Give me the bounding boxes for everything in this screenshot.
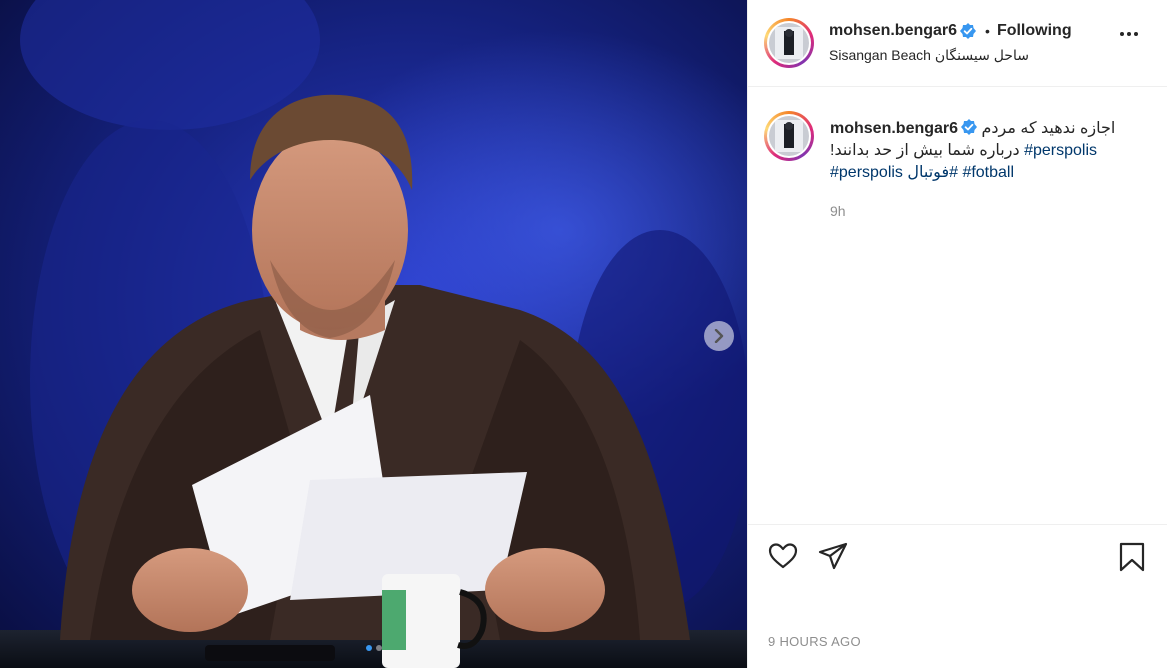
hashtag-perspolis[interactable]: #perspolis bbox=[1024, 142, 1097, 159]
caption-time[interactable]: 9h bbox=[830, 203, 846, 219]
verified-badge-icon bbox=[961, 119, 978, 135]
post-media[interactable] bbox=[0, 0, 747, 668]
author-username[interactable]: mohsen.bengar6 bbox=[829, 22, 957, 40]
hashtag-fotball[interactable]: #fotball bbox=[962, 164, 1014, 181]
avatar-photo bbox=[769, 116, 809, 156]
action-bar bbox=[748, 526, 1167, 586]
carousel-next-button[interactable] bbox=[704, 321, 734, 351]
carousel-indicator bbox=[0, 645, 747, 651]
caption-text: mohsen.bengar6 اجازه ندهید که مردم دربار… bbox=[830, 118, 1140, 184]
more-dot-icon bbox=[1134, 32, 1138, 36]
hashtag-football-fa[interactable]: #فوتبال bbox=[907, 164, 958, 181]
caption-author-avatar[interactable] bbox=[764, 111, 814, 161]
caption-line-1: اجازه ندهید که مردم bbox=[981, 120, 1116, 137]
heart-icon bbox=[768, 543, 798, 569]
caption-line-2: درباره شما بیش از حد بدانند! bbox=[830, 142, 1020, 159]
more-dot-icon bbox=[1120, 32, 1124, 36]
like-button[interactable] bbox=[768, 542, 798, 575]
author-avatar[interactable] bbox=[764, 18, 814, 68]
save-button[interactable] bbox=[1119, 542, 1145, 577]
chevron-right-icon bbox=[714, 329, 724, 343]
caption-username[interactable]: mohsen.bengar6 bbox=[830, 120, 958, 137]
post-caption: mohsen.bengar6 اجازه ندهید که مردم دربار… bbox=[748, 88, 1167, 525]
header-separator: • bbox=[985, 23, 990, 39]
post-photo bbox=[0, 0, 747, 668]
post-header: mohsen.bengar6 • Following Sisangan Beac… bbox=[748, 0, 1167, 87]
post-location[interactable]: Sisangan Beach ساحل سیسنگان bbox=[829, 47, 1029, 64]
more-options-button[interactable] bbox=[1120, 32, 1138, 36]
bookmark-icon bbox=[1119, 542, 1145, 572]
carousel-dot-1 bbox=[365, 645, 372, 651]
post-details-panel: mohsen.bengar6 • Following Sisangan Beac… bbox=[747, 0, 1167, 668]
paper-plane-icon bbox=[818, 542, 848, 570]
instagram-post: mohsen.bengar6 • Following Sisangan Beac… bbox=[0, 0, 1167, 668]
verified-badge-icon bbox=[960, 23, 977, 39]
hashtag-perspolis-2[interactable]: #perspolis bbox=[830, 164, 903, 181]
share-button[interactable] bbox=[818, 542, 848, 575]
avatar-photo bbox=[769, 23, 809, 63]
post-timestamp[interactable]: 9 HOURS AGO bbox=[768, 634, 861, 649]
carousel-dot-2 bbox=[375, 645, 382, 651]
following-button[interactable]: Following bbox=[997, 22, 1072, 40]
more-dot-icon bbox=[1127, 32, 1131, 36]
